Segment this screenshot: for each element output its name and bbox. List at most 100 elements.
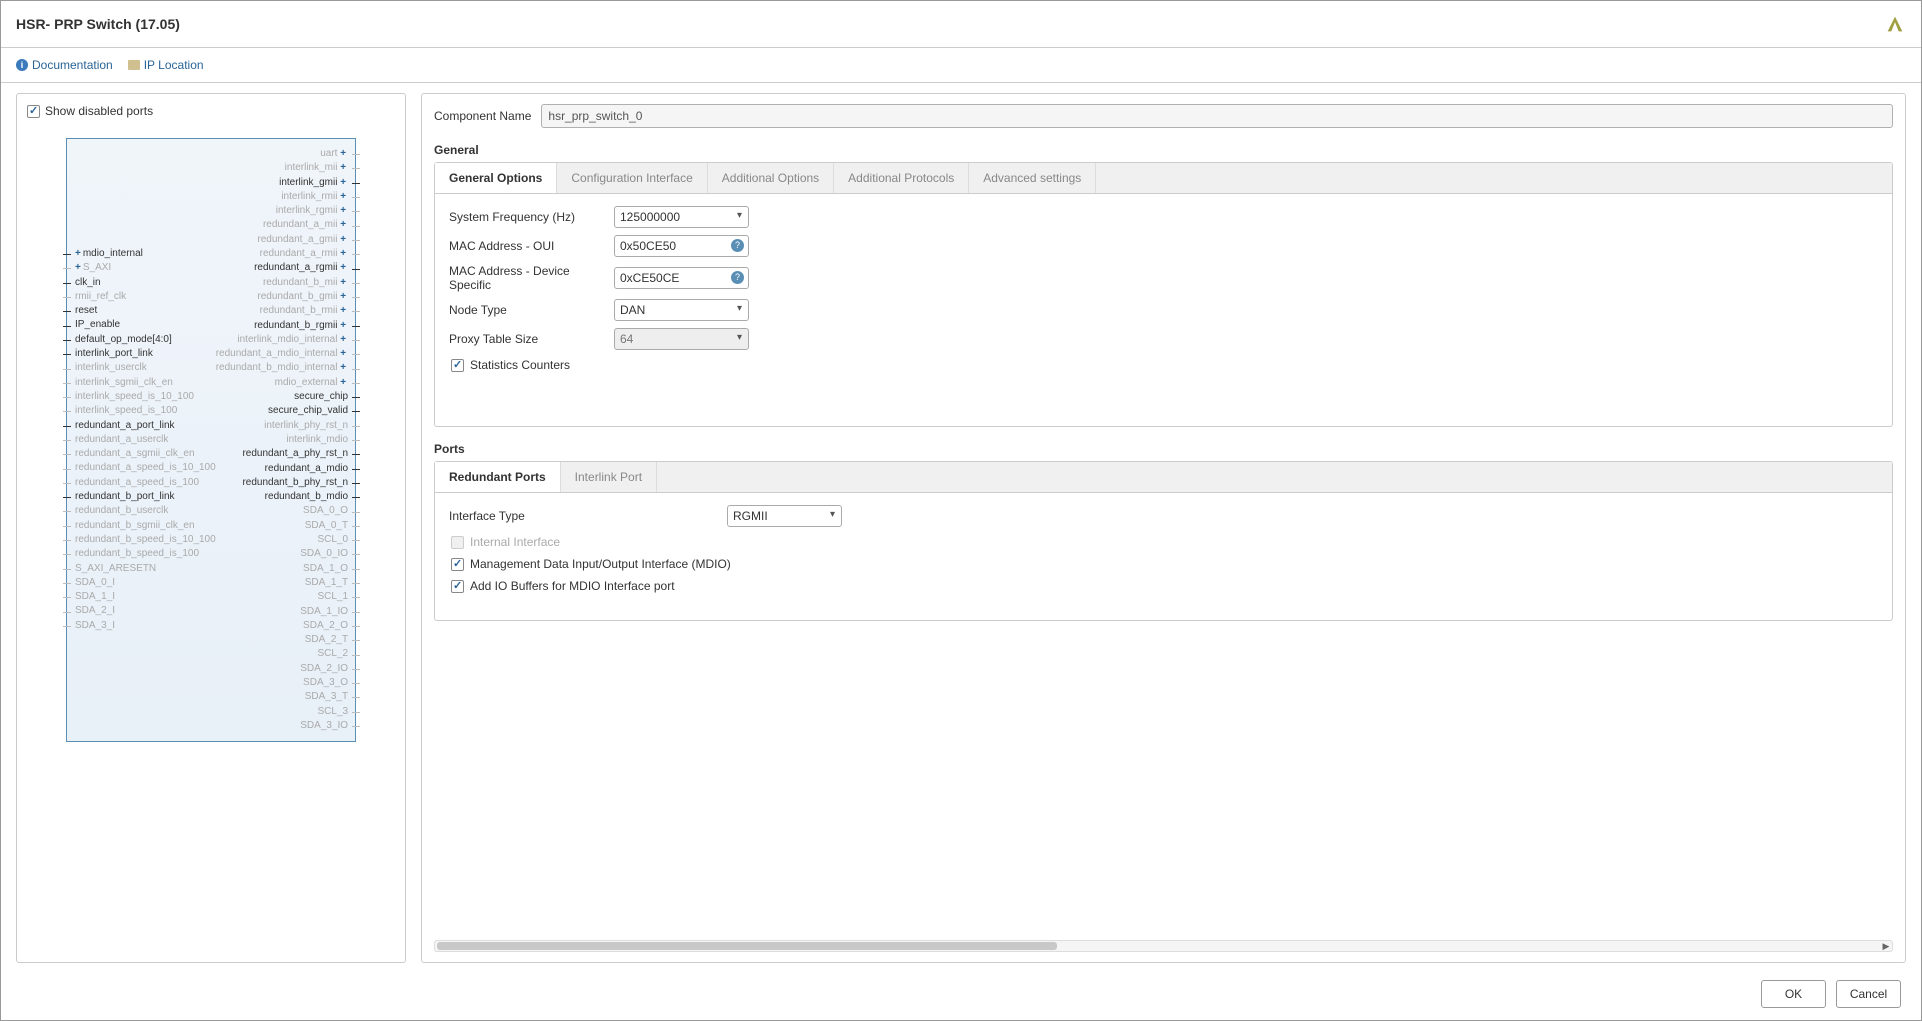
internal-interface-checkbox: Internal Interface [451,535,1878,549]
io-buf-label: Add IO Buffers for MDIO Interface port [470,579,675,593]
config-panel: Component Name hsr_prp_switch_0 General … [421,93,1906,963]
port-redundant_b_sgmii_clk_en: redundant_b_sgmii_clk_en [75,519,195,533]
internal-iface-label: Internal Interface [470,535,560,549]
help-icon[interactable]: ? [731,271,744,284]
port-SDA_1_I: SDA_1_I [75,590,115,604]
port-interlink_gmii: interlink_gmii + [279,176,348,190]
checkbox-icon [451,536,464,549]
tab-general-options[interactable]: General Options [435,163,557,193]
tab-redundant-ports[interactable]: Redundant Ports [435,462,561,492]
port-secure_chip: secure_chip [294,390,348,404]
stats-counters-checkbox[interactable]: Statistics Counters [451,358,1878,372]
stats-label: Statistics Counters [470,358,570,372]
port-SCL_0: SCL_0 [318,533,349,547]
port-interlink_mdio: interlink_mdio [286,433,348,447]
node-type-select[interactable]: DAN [614,299,749,321]
port-redundant_a_sgmii_clk_en: redundant_a_sgmii_clk_en [75,447,195,461]
port-reset: reset [75,304,97,318]
port-rmii_ref_clk: rmii_ref_clk [75,290,126,304]
port-mdio_internal: +mdio_internal [75,247,143,261]
cancel-button[interactable]: Cancel [1836,980,1901,1008]
ports-tab-container: Redundant Ports Interlink Port Interface… [434,461,1893,621]
port-S_AXI: +S_AXI [75,261,111,275]
checkbox-icon [451,580,464,593]
checkbox-icon [451,359,464,372]
horizontal-scrollbar[interactable]: ◀ ▶ [434,940,1893,952]
mac-oui-input[interactable]: 0x50CE50? [614,235,749,257]
folder-icon [128,60,140,70]
ok-button[interactable]: OK [1761,980,1826,1008]
port-redundant_b_mii: redundant_b_mii + [263,276,348,290]
port-redundant_b_mdio: redundant_b_mdio [265,490,348,504]
dialog-footer: OK Cancel [1,968,1921,1020]
port-interlink_speed_is_10_100: interlink_speed_is_10_100 [75,390,194,404]
port-redundant_a_mdio_internal: redundant_a_mdio_internal + [216,347,348,361]
port-redundant_a_phy_rst_n: redundant_a_phy_rst_n [242,447,348,461]
port-redundant_a_userclk: redundant_a_userclk [75,433,168,447]
general-tab-row: General Options Configuration Interface … [435,163,1892,194]
documentation-link[interactable]: i Documentation [16,58,113,72]
port-S_AXI_ARESETN: S_AXI_ARESETN [75,562,156,576]
ip-block: +mdio_internal+S_AXIclk_inrmii_ref_clkre… [66,138,356,742]
scroll-right-icon[interactable]: ▶ [1880,941,1892,951]
port-interlink_port_link: interlink_port_link [75,347,153,361]
general-section-label: General [434,143,1893,157]
show-disabled-ports-checkbox[interactable]: Show disabled ports [27,104,395,118]
port-redundant_a_speed_is_10_100: redundant_a_speed_is_10_100 [75,461,216,475]
port-redundant_b_rgmii: redundant_b_rgmii + [254,319,348,333]
show-disabled-label: Show disabled ports [45,104,153,118]
iface-type-label: Interface Type [449,509,717,523]
ip-location-link[interactable]: IP Location [128,58,204,72]
component-name-label: Component Name [434,109,531,123]
iface-type-select[interactable]: RGMII [727,505,842,527]
port-SCL_2: SCL_2 [318,647,349,661]
ip-customize-dialog: HSR- PRP Switch (17.05) i Documentation … [0,0,1922,1021]
port-redundant_b_phy_rst_n: redundant_b_phy_rst_n [242,476,348,490]
tab-additional-options[interactable]: Additional Options [708,163,834,193]
proxy-label: Proxy Table Size [449,332,604,346]
tab-interlink-port[interactable]: Interlink Port [561,462,657,492]
mac-dev-label: MAC Address - Device Specific [449,264,604,292]
mdio-checkbox[interactable]: Management Data Input/Output Interface (… [451,557,1878,571]
tab-additional-protocols[interactable]: Additional Protocols [834,163,969,193]
right-port-column: uart +interlink_mii +interlink_gmii +int… [216,147,356,733]
port-redundant_a_rgmii: redundant_a_rgmii + [254,261,348,275]
port-SDA_3_I: SDA_3_I [75,619,115,633]
node-type-label: Node Type [449,303,604,317]
port-redundant_a_gmii: redundant_a_gmii + [257,233,348,247]
port-redundant_b_speed_is_100: redundant_b_speed_is_100 [75,547,199,561]
proxy-select: 64 [614,328,749,350]
port-SDA_0_T: SDA_0_T [305,519,348,533]
port-SDA_2_I: SDA_2_I [75,604,115,618]
ports-tab-row: Redundant Ports Interlink Port [435,462,1892,493]
tab-advanced-settings[interactable]: Advanced settings [969,163,1096,193]
port-redundant_b_rmii: redundant_b_rmii + [260,304,348,318]
port-interlink_speed_is_100: interlink_speed_is_100 [75,404,177,418]
component-name-input[interactable]: hsr_prp_switch_0 [541,104,1893,128]
port-interlink_mdio_internal: interlink_mdio_internal + [237,333,348,347]
documentation-label: Documentation [32,58,113,72]
redundant-ports-content: Interface Type RGMII Internal Interface … [435,493,1892,620]
port-SDA_2_IO: SDA_2_IO [300,662,348,676]
help-icon[interactable]: ? [731,239,744,252]
port-SDA_3_IO: SDA_3_IO [300,719,348,733]
port-SDA_1_T: SDA_1_T [305,576,348,590]
general-options-content: System Frequency (Hz) 125000000 MAC Addr… [435,194,1892,426]
io-buffers-checkbox[interactable]: Add IO Buffers for MDIO Interface port [451,579,1878,593]
port-uart: uart + [320,147,348,161]
scrollbar-thumb[interactable] [437,942,1057,950]
tab-configuration-interface[interactable]: Configuration Interface [557,163,707,193]
block-diagram: +mdio_internal+S_AXIclk_inrmii_ref_clkre… [27,128,395,952]
port-interlink_rmii: interlink_rmii + [281,190,348,204]
port-redundant_a_rmii: redundant_a_rmii + [260,247,348,261]
port-redundant_a_mii: redundant_a_mii + [263,218,348,232]
port-interlink_mii: interlink_mii + [285,161,348,175]
port-interlink_userclk: interlink_userclk [75,361,147,375]
mac-dev-input[interactable]: 0xCE50CE? [614,267,749,289]
port-SDA_3_O: SDA_3_O [303,676,348,690]
ip-location-label: IP Location [144,58,204,72]
sys-freq-label: System Frequency (Hz) [449,210,604,224]
sys-freq-select[interactable]: 125000000 [614,206,749,228]
port-redundant_a_mdio: redundant_a_mdio [265,462,348,476]
port-SDA_0_IO: SDA_0_IO [300,547,348,561]
